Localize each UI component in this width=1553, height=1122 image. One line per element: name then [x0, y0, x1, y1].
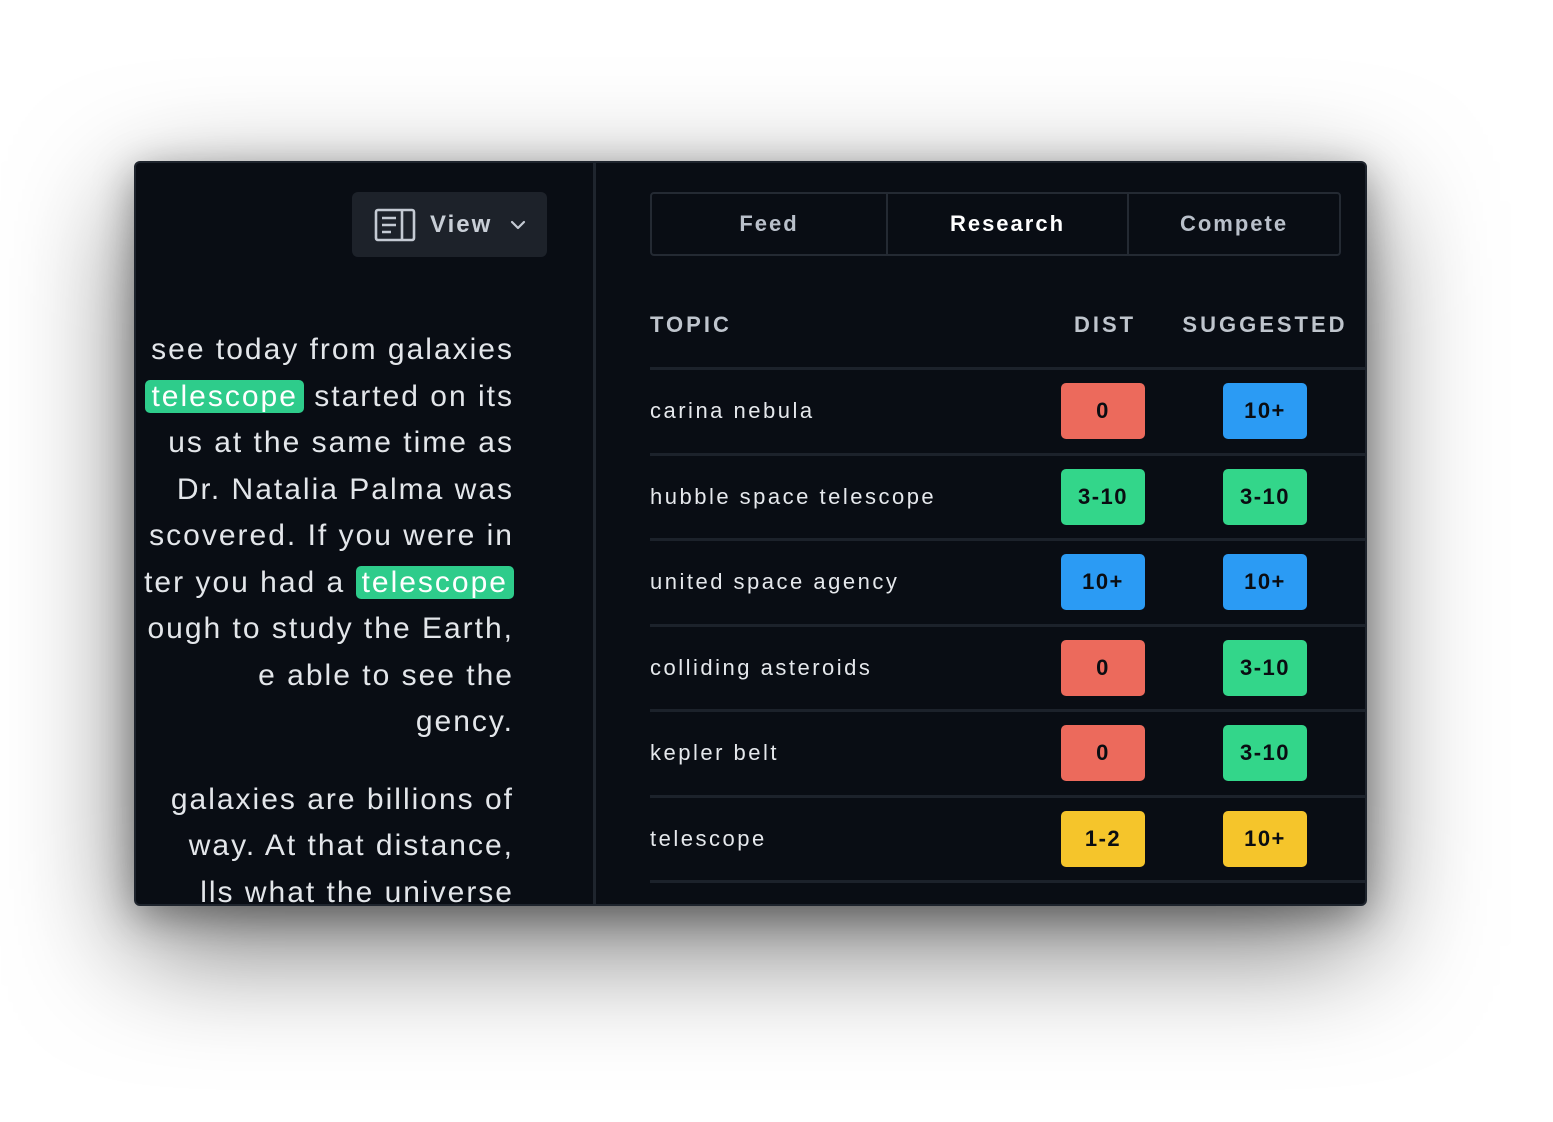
topic-cell: telescope — [650, 825, 767, 851]
suggested-badge: 10+ — [1223, 810, 1307, 867]
chevron-down-icon — [511, 220, 526, 229]
text-line: way. At that distance, — [136, 823, 594, 870]
editor-pane: View see today from galaxies telescope st… — [136, 163, 594, 904]
suggested-badge: 10+ — [1223, 383, 1307, 440]
dist-badge: 10+ — [1061, 554, 1145, 611]
app-window: View see today from galaxies telescope st… — [134, 161, 1367, 906]
table-header: TOPIC DIST SUGGESTED — [650, 283, 1365, 370]
view-button-label: View — [430, 210, 493, 238]
tab-research[interactable]: Research — [888, 194, 1129, 254]
text-line: ough to study the Earth, — [136, 606, 594, 653]
tab-bar: Feed Research Compete — [650, 192, 1341, 256]
dist-cell: 3-10 — [1061, 468, 1223, 525]
text-span: us at the same time as — [168, 426, 514, 459]
suggested-badge: 3-10 — [1223, 468, 1307, 525]
text-line: us at the same time as — [136, 420, 594, 467]
text-span: scovered. If you were in — [149, 519, 514, 552]
table-row[interactable]: hubble space telescope 3-10 3-10 — [650, 456, 1365, 541]
topic-cell: united space agency — [650, 569, 900, 595]
column-header-topic: TOPIC — [650, 312, 732, 337]
text-span: Dr. Natalia Palma was — [176, 472, 514, 506]
suggested-cell: 10+ — [1223, 383, 1307, 440]
text-line: Dr. Natalia Palma was — [136, 467, 594, 514]
text-span: gency. — [415, 705, 514, 738]
table-row[interactable]: united space agency 10+ 10+ — [650, 541, 1365, 627]
text-span: ter you had a — [144, 565, 356, 599]
table-row[interactable]: telescope 1-2 10+ — [650, 798, 1365, 883]
highlighted-keyword[interactable]: telescope — [355, 565, 514, 599]
dist-badge: 0 — [1061, 639, 1145, 696]
topic-cell: colliding asteroids — [650, 654, 873, 680]
table-row[interactable]: kepler belt 0 3-10 — [650, 712, 1365, 798]
text-span: see today from galaxies — [151, 333, 514, 366]
text-span: started on its — [303, 379, 514, 413]
tab-compete[interactable]: Compete — [1129, 194, 1339, 254]
text-span: ough to study the Earth, — [147, 612, 514, 645]
suggested-cell: 3-10 — [1223, 639, 1307, 696]
topic-cell: kepler belt — [650, 740, 780, 766]
text-line: ter you had a telescope — [136, 560, 594, 607]
table-row[interactable]: colliding asteroids 0 3-10 — [650, 627, 1365, 712]
dist-cell: 0 — [1061, 383, 1223, 440]
dist-badge: 0 — [1061, 725, 1145, 782]
text-line: lls what the universe — [136, 870, 594, 905]
suggested-badge: 10+ — [1223, 554, 1307, 611]
dist-cell: 1-2 — [1061, 810, 1223, 867]
topic-cell: carina nebula — [650, 398, 815, 424]
suggested-badge: 3-10 — [1223, 725, 1307, 782]
dist-cell: 10+ — [1061, 554, 1223, 611]
text-span: galaxies are billions of — [170, 782, 514, 816]
table-body: carina nebula 0 10+ hubble space telescope 3… — [650, 370, 1365, 883]
research-pane: Feed Research Compete TOPIC DIST SUGGEST… — [596, 163, 1365, 904]
text-span: e able to see the — [258, 658, 514, 692]
topic-cell: hubble space telescope — [650, 483, 937, 509]
suggested-cell: 3-10 — [1223, 468, 1307, 525]
text-line: e able to see the — [136, 653, 594, 700]
suggested-badge: 3-10 — [1223, 639, 1307, 696]
text-line: see today from galaxies — [136, 327, 594, 374]
tab-feed[interactable]: Feed — [652, 194, 888, 254]
text-line: galaxies are billions of — [136, 777, 594, 824]
text-span: way. At that distance, — [188, 829, 514, 862]
table-row[interactable]: carina nebula 0 10+ — [650, 370, 1365, 456]
text-line: telescope started on its — [136, 374, 594, 421]
dist-badge: 3-10 — [1061, 468, 1145, 525]
topics-table: TOPIC DIST SUGGESTED carina nebula 0 10+ hu… — [650, 283, 1365, 883]
view-button[interactable]: View — [352, 192, 547, 257]
text-line — [136, 746, 594, 777]
highlighted-keyword[interactable]: telescope — [145, 379, 304, 413]
suggested-cell: 3-10 — [1223, 725, 1307, 782]
document-body[interactable]: see today from galaxies telescope started… — [136, 327, 594, 904]
text-line: scovered. If you were in — [136, 513, 594, 560]
text-span: lls what the universe — [200, 875, 514, 905]
column-header-suggested: SUGGESTED — [1182, 312, 1348, 337]
text-line: gency. — [136, 699, 594, 746]
stage: View see today from galaxies telescope st… — [0, 0, 1553, 1122]
suggested-cell: 10+ — [1223, 810, 1307, 867]
document-layout-icon — [374, 208, 416, 241]
dist-badge: 0 — [1061, 383, 1145, 440]
column-header-dist: DIST — [1073, 312, 1137, 337]
suggested-cell: 10+ — [1223, 554, 1307, 611]
dist-cell: 0 — [1061, 725, 1223, 782]
dist-badge: 1-2 — [1061, 810, 1145, 867]
dist-cell: 0 — [1061, 639, 1223, 696]
